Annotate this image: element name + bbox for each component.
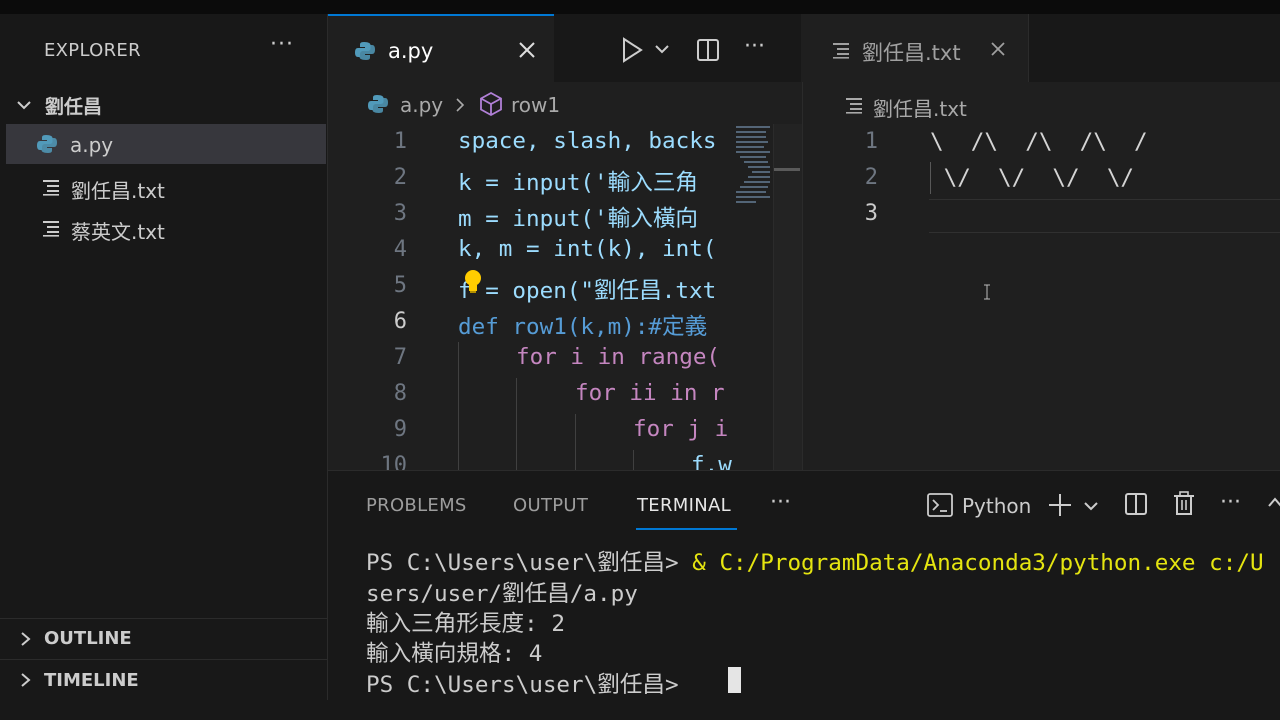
terminal-shell-name[interactable]: Python: [962, 494, 1031, 518]
text-file-icon: [43, 221, 59, 237]
split-editor-icon[interactable]: [696, 38, 720, 62]
code-line-9: for j i: [633, 416, 729, 442]
terminal-more-icon[interactable]: ···: [1220, 490, 1241, 515]
tab-output[interactable]: OUTPUT: [513, 495, 588, 516]
tab-liu-txt[interactable]: 劉任昌.txt: [802, 14, 1029, 82]
line-number: 3: [393, 201, 407, 226]
line-number: 2: [864, 165, 878, 190]
code-line-4: k, m = int(k), int(: [458, 236, 717, 262]
folder-name: 劉任昌: [45, 96, 103, 118]
line-number: 10: [380, 453, 408, 470]
close-icon[interactable]: [990, 41, 1006, 57]
terminal-prompt: PS C:\Users\user\劉任昌>: [366, 672, 693, 698]
minimap-preview: [736, 126, 770, 203]
terminal-output[interactable]: PS C:\Users\user\劉任昌> & C:/ProgramData/A…: [366, 540, 1280, 700]
tab-label: 劉任昌.txt: [862, 41, 961, 65]
code-line-5: f = open("劉任昌.txt: [458, 278, 717, 304]
line-number: 9: [393, 417, 407, 442]
code-line-7: for i in range(: [516, 344, 721, 370]
file-item-tsai-txt[interactable]: 蔡英文.txt: [6, 209, 326, 249]
scrollbar-thumb[interactable]: [774, 168, 800, 171]
file-label: a.py: [70, 133, 114, 157]
chevron-right-icon: [456, 98, 465, 112]
terminal-icon: [927, 493, 953, 517]
chevron-down-icon[interactable]: [1083, 500, 1099, 512]
current-line-highlight: [929, 199, 1280, 233]
code-line-2: k = input('輸入三角: [458, 170, 699, 196]
file-label: 蔡英文.txt: [71, 220, 165, 244]
code-line-1: space, slash, backs: [458, 128, 717, 154]
line-number: 8: [393, 381, 407, 406]
line-number: 3: [864, 201, 878, 226]
file-item-a-py[interactable]: a.py: [6, 124, 326, 164]
code-line-10: f.w: [691, 452, 732, 470]
python-file-icon: [355, 42, 375, 60]
text-file-icon: [43, 180, 59, 196]
file-label: 劉任昌.txt: [71, 179, 165, 203]
terminal-line-3: 輸入三角形長度: 2: [366, 611, 565, 637]
code-line-3: m = input('輸入橫向: [458, 206, 699, 232]
terminal-line-5: PS C:\Users\user\劉任昌>: [366, 666, 692, 699]
code-line-8: for ii in r: [575, 380, 725, 406]
run-icon[interactable]: [621, 37, 643, 63]
terminal-line-4: 輸入橫向規格: 4: [366, 641, 543, 667]
outline-section[interactable]: OUTLINE: [0, 618, 327, 659]
text-line-1: \ /\ /\ /\ /: [930, 129, 1148, 155]
lightbulb-icon[interactable]: [462, 268, 484, 294]
method-symbol-icon: [480, 91, 502, 117]
active-tab-indicator: [636, 528, 737, 530]
tab-terminal[interactable]: TERMINAL: [637, 495, 731, 516]
terminal-cursor: [728, 667, 741, 693]
tab-label: a.py: [388, 39, 434, 63]
breadcrumb-file[interactable]: 劉任昌.txt: [873, 93, 967, 122]
line-number: 5: [393, 273, 407, 298]
outline-label: OUTLINE: [44, 628, 132, 649]
explorer-more-actions-button[interactable]: ···: [270, 32, 294, 57]
line-number: 7: [393, 345, 407, 370]
terminal-line-1: PS C:\Users\user\劉任昌> & C:/ProgramData/A…: [366, 544, 1264, 577]
file-item-liu-txt[interactable]: 劉任昌.txt: [6, 168, 326, 208]
chevron-right-icon: [21, 673, 31, 687]
chevron-up-icon[interactable]: [1268, 496, 1280, 510]
split-terminal-icon[interactable]: [1124, 492, 1148, 516]
line-number: 4: [393, 237, 407, 262]
trash-icon[interactable]: [1172, 490, 1196, 516]
window-top-strip: [0, 0, 1280, 14]
status-bar: [0, 700, 1280, 720]
line-number: 1: [393, 129, 407, 154]
explorer-title: EXPLORER: [44, 40, 141, 61]
minimap[interactable]: [734, 124, 774, 470]
line-number: 2: [393, 165, 407, 190]
timeline-section[interactable]: TIMELINE: [0, 659, 327, 700]
line-number: 6: [393, 309, 407, 334]
tab-problems[interactable]: PROBLEMS: [366, 495, 467, 516]
chevron-down-icon: [17, 101, 31, 110]
chevron-down-icon[interactable]: [654, 43, 670, 55]
terminal-command: & C:/ProgramData/Anaconda3/python.exe c:…: [692, 550, 1264, 576]
timeline-label: TIMELINE: [44, 670, 139, 691]
more-actions-icon[interactable]: ···: [744, 34, 765, 59]
editor-scrollbar[interactable]: [773, 124, 802, 470]
add-terminal-icon[interactable]: [1047, 492, 1073, 518]
code-line-6: def row1(k,m):#定義: [458, 314, 708, 340]
chevron-right-icon: [21, 632, 31, 646]
python-file-icon: [37, 135, 57, 153]
breadcrumb-file[interactable]: a.py: [400, 93, 443, 117]
panel-more-icon[interactable]: ···: [770, 490, 791, 515]
text-line-2: \/ \/ \/ \/: [930, 165, 1135, 191]
close-icon[interactable]: [518, 41, 536, 59]
text-file-icon: [833, 43, 849, 59]
terminal-line-2: sers/user/劉任昌/a.py: [366, 581, 638, 607]
tab-a-py[interactable]: a.py: [328, 14, 554, 84]
text-cursor-icon: [984, 284, 990, 300]
text-file-icon: [846, 98, 862, 114]
terminal-prompt: PS C:\Users\user\劉任昌>: [366, 550, 693, 576]
code-area[interactable]: space, slash, backs k = input('輸入三角 m = …: [458, 124, 734, 470]
line-number: 1: [864, 129, 878, 154]
python-file-icon: [368, 95, 388, 113]
breadcrumb-symbol[interactable]: row1: [511, 93, 560, 117]
